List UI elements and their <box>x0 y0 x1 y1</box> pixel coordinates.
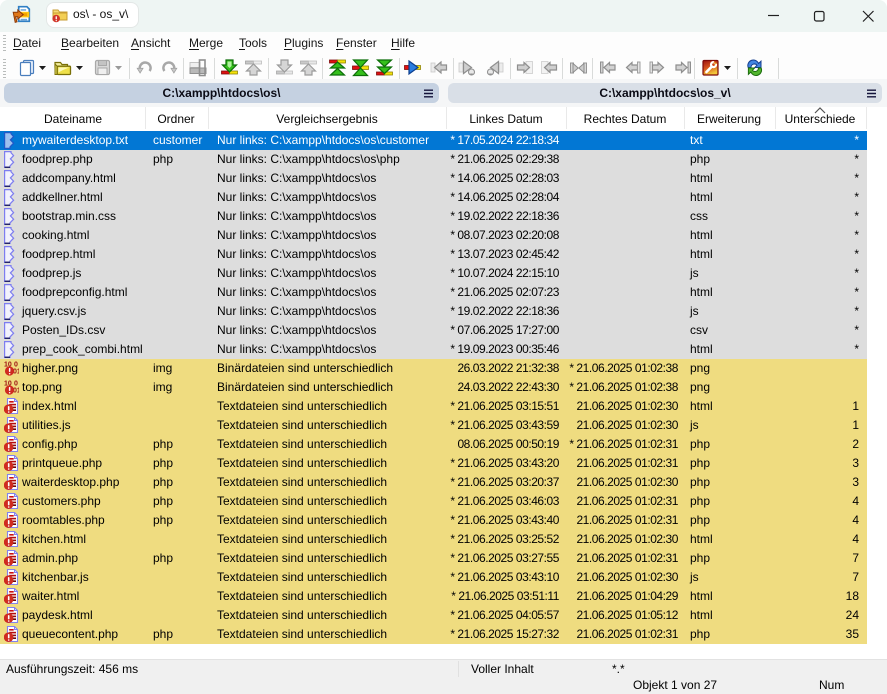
svg-text:0: 0 <box>14 362 18 369</box>
svg-text:0: 0 <box>14 381 18 388</box>
